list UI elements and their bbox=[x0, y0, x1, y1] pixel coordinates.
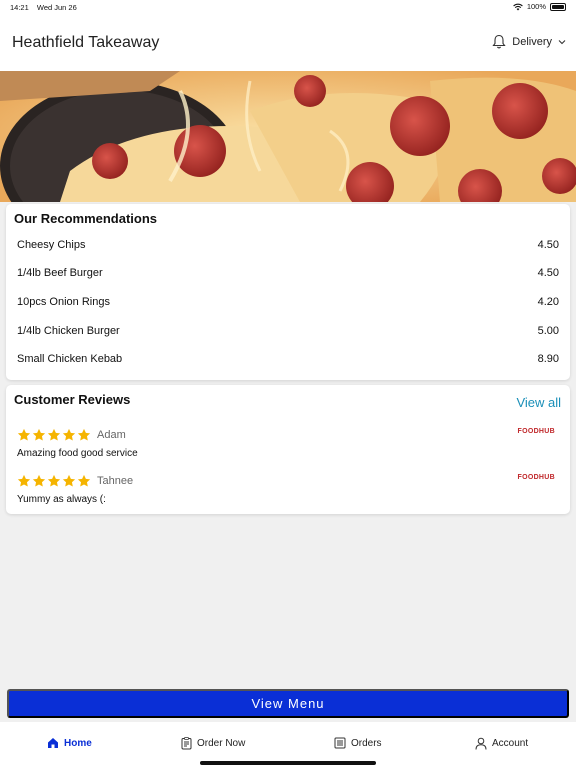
recommendations-title: Our Recommendations bbox=[14, 211, 158, 226]
star-icon bbox=[62, 428, 76, 441]
status-date: Wed Jun 26 bbox=[36, 3, 77, 12]
reviewer-name: Tahnee bbox=[97, 475, 134, 487]
tab-orders[interactable]: Orders bbox=[334, 737, 382, 749]
star-icon bbox=[32, 428, 46, 441]
item-name: Cheesy Chips bbox=[17, 239, 86, 251]
delivery-selector[interactable]: Delivery bbox=[492, 34, 566, 49]
item-price: 4.50 bbox=[537, 267, 559, 279]
tab-account[interactable]: Account bbox=[475, 737, 528, 750]
item-name: 1/4lb Beef Burger bbox=[17, 267, 103, 279]
reviews-card: Customer Reviews View all Adam FOODHUB A… bbox=[6, 385, 570, 514]
chevron-down-icon bbox=[558, 39, 566, 44]
recommendation-item[interactable]: 1/4lb Chicken Burger 5.00 bbox=[17, 321, 559, 341]
foodhub-logo: FOODHUB bbox=[517, 428, 555, 435]
item-price: 8.90 bbox=[537, 353, 559, 365]
review-item: Tahnee FOODHUB Yummy as always (: bbox=[17, 474, 559, 514]
item-price: 4.50 bbox=[537, 239, 559, 251]
recommendation-item[interactable]: 10pcs Onion Rings 4.20 bbox=[17, 292, 559, 312]
bell-icon[interactable] bbox=[492, 34, 506, 49]
star-icon bbox=[32, 474, 46, 487]
recommendation-item[interactable]: Small Chicken Kebab 8.90 bbox=[17, 349, 559, 369]
status-time: 14:21 bbox=[10, 3, 29, 12]
bottom-tab-bar: Home Order Now Orders Account bbox=[0, 722, 576, 768]
tab-label: Order Now bbox=[197, 738, 246, 749]
tab-order-now[interactable]: Order Now bbox=[181, 737, 245, 750]
star-icon bbox=[47, 428, 61, 441]
home-icon bbox=[48, 738, 58, 748]
orders-icon bbox=[334, 737, 346, 749]
review-text: Amazing food good service bbox=[17, 448, 138, 459]
foodhub-logo: FOODHUB bbox=[517, 474, 555, 481]
star-icon bbox=[77, 428, 91, 441]
reviews-title: Customer Reviews bbox=[14, 392, 131, 407]
status-bar: 14:21 Wed Jun 26 100% bbox=[0, 0, 576, 14]
view-menu-button[interactable]: View Menu bbox=[7, 689, 569, 718]
recommendation-item[interactable]: Cheesy Chips 4.50 bbox=[17, 235, 559, 255]
delivery-label: Delivery bbox=[512, 35, 552, 48]
item-price: 5.00 bbox=[537, 325, 559, 337]
star-icon bbox=[17, 428, 31, 441]
order-icon bbox=[181, 737, 192, 750]
item-price: 4.20 bbox=[537, 296, 559, 308]
item-name: 10pcs Onion Rings bbox=[17, 296, 110, 308]
tab-label: Home bbox=[64, 737, 92, 749]
app-header: Heathfield Takeaway Delivery bbox=[0, 14, 576, 71]
review-text: Yummy as always (: bbox=[17, 494, 106, 505]
item-name: Small Chicken Kebab bbox=[17, 353, 123, 365]
wifi-icon bbox=[513, 3, 523, 10]
item-name: 1/4lb Chicken Burger bbox=[17, 325, 120, 337]
star-rating bbox=[17, 474, 91, 488]
battery-percent: 100% bbox=[526, 2, 546, 11]
tab-label: Orders bbox=[351, 737, 382, 749]
review-item: Adam FOODHUB Amazing food good service bbox=[17, 428, 559, 468]
tab-home[interactable]: Home bbox=[47, 737, 92, 749]
star-icon bbox=[62, 474, 76, 487]
recommendation-item[interactable]: 1/4lb Beef Burger 4.50 bbox=[17, 263, 559, 283]
tab-label: Account bbox=[492, 738, 529, 749]
star-rating bbox=[17, 428, 91, 442]
home-indicator bbox=[200, 761, 376, 765]
view-all-link[interactable]: View all bbox=[516, 395, 561, 410]
restaurant-title: Heathfield Takeaway bbox=[12, 34, 160, 51]
star-icon bbox=[17, 474, 31, 487]
star-icon bbox=[47, 474, 61, 487]
account-icon bbox=[475, 737, 487, 750]
recommendations-card: Our Recommendations Cheesy Chips 4.50 1/… bbox=[6, 204, 570, 380]
reviewer-name: Adam bbox=[97, 429, 126, 441]
star-icon bbox=[77, 474, 91, 487]
battery-icon bbox=[550, 2, 566, 11]
hero-pizza-image bbox=[0, 71, 576, 202]
